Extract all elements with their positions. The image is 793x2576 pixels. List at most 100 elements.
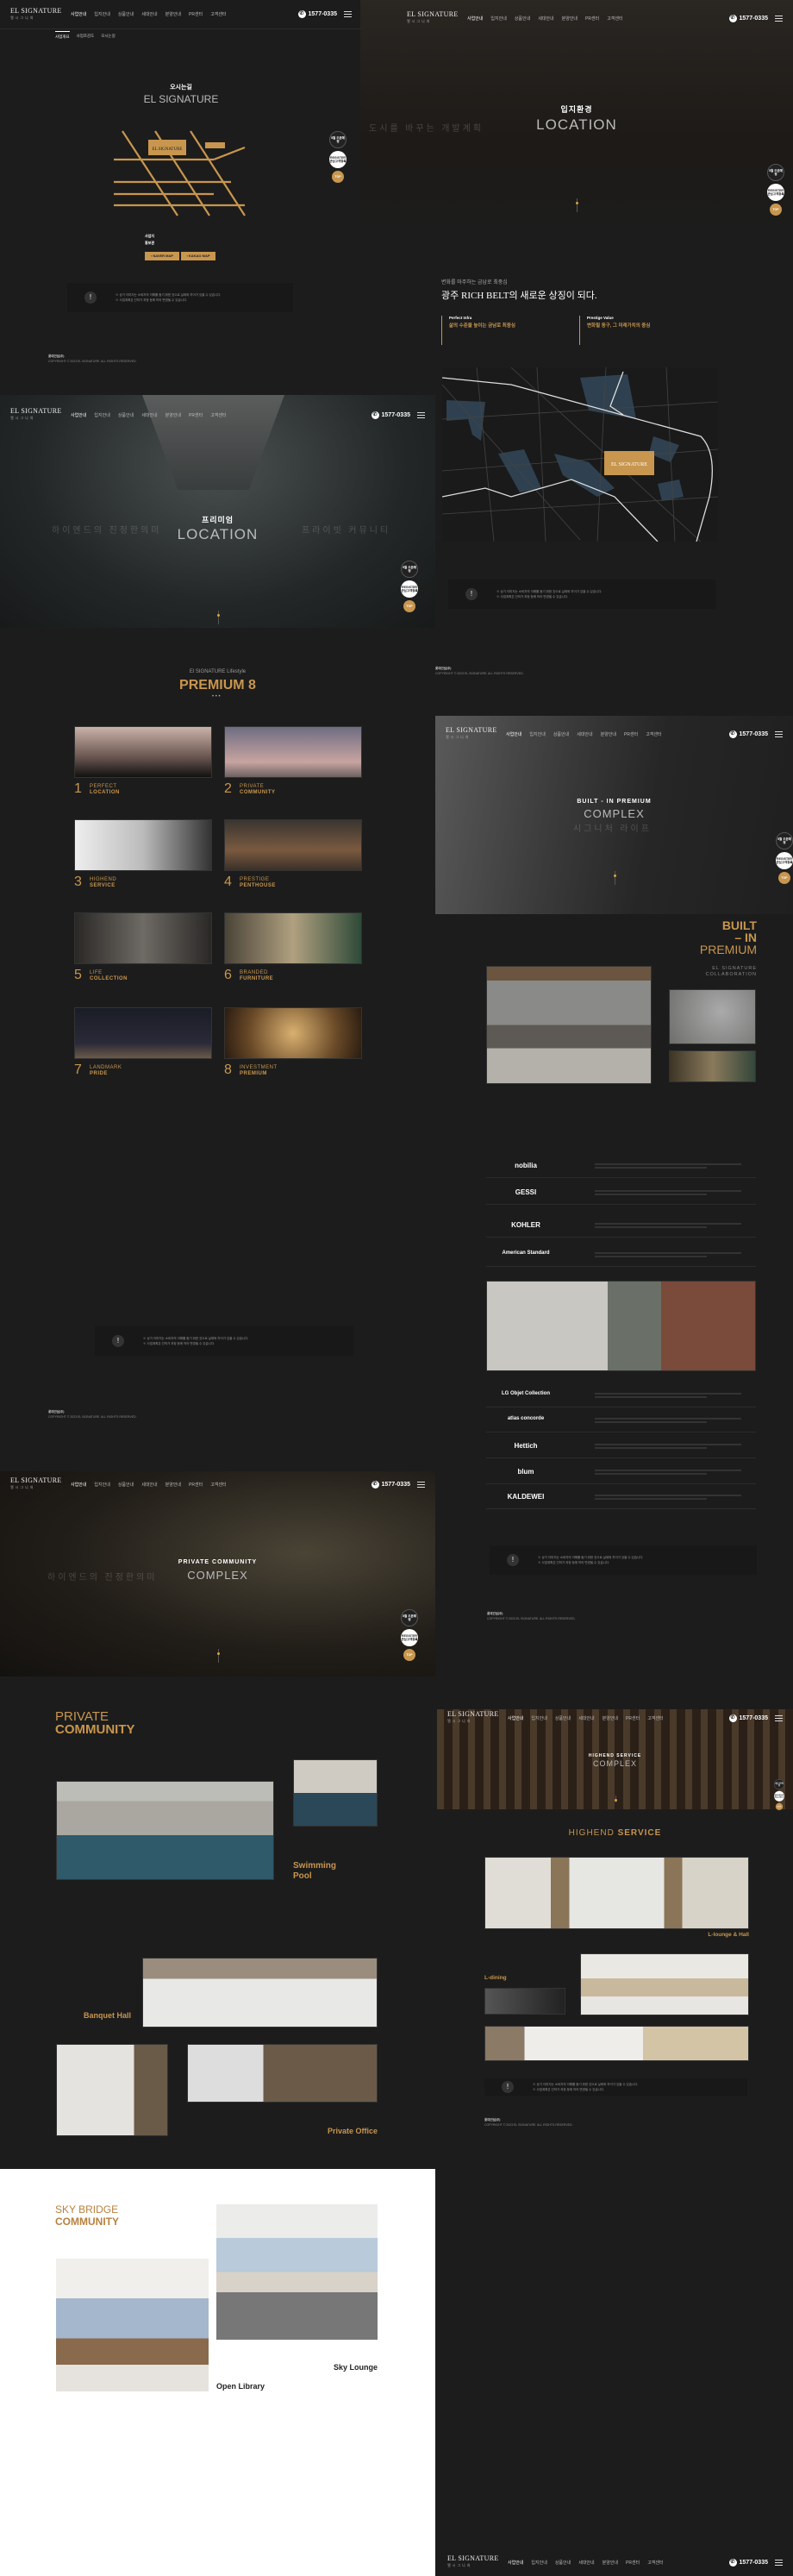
logo[interactable]: EL SIGNATURE 엘시그니처 <box>447 2555 499 2569</box>
nav-item[interactable]: 사업안내 <box>71 11 86 17</box>
open-schedule-button[interactable]: 5월 오픈예정 <box>401 1609 418 1626</box>
top-button[interactable]: TOP <box>332 171 344 183</box>
logo[interactable]: EL SIGNATURE 엘시그니처 <box>407 11 459 25</box>
nav-item[interactable]: 분양안내 <box>165 412 181 418</box>
nav-item[interactable]: 상품안내 <box>515 16 530 22</box>
nav-item[interactable]: 고객센터 <box>647 2560 663 2566</box>
nav-item[interactable]: 사업안내 <box>71 412 86 418</box>
hero-title-en: LOCATION <box>536 116 617 133</box>
nav-item[interactable]: PR센터 <box>626 1715 640 1721</box>
nav-item[interactable]: 입지안내 <box>529 731 545 737</box>
phone-link[interactable]: ✆ 1577-0335 <box>297 10 337 18</box>
nav-item[interactable]: 분양안내 <box>165 11 181 17</box>
hamburger-menu-icon[interactable] <box>775 15 783 22</box>
kakao-map-button[interactable]: › KAKAO MAP <box>181 252 215 260</box>
open-schedule-button[interactable]: 5월 오픈예정 <box>329 131 347 148</box>
nav-item[interactable]: 입지안내 <box>490 16 506 22</box>
top-button[interactable]: TOP <box>778 872 790 884</box>
nav-item[interactable]: 상품안내 <box>553 731 569 737</box>
logo[interactable]: EL SIGNATURE 엘시그니처 <box>10 1477 62 1491</box>
open-schedule-button[interactable]: 5월 오픈예정 <box>767 164 784 181</box>
nav-item[interactable]: 세대안내 <box>141 412 157 418</box>
nav-item[interactable]: 입지안내 <box>94 11 109 17</box>
phone-link[interactable]: ✆ 1577-0335 <box>728 730 768 738</box>
top-button[interactable]: TOP <box>403 600 415 612</box>
nav-item[interactable]: 분양안내 <box>562 16 578 22</box>
subnav-item[interactable]: 사업조감도 <box>77 31 95 40</box>
nav-item[interactable]: 고객센터 <box>210 412 226 418</box>
logo[interactable]: EL SIGNATURE 엘시그니처 <box>10 408 62 422</box>
nav-item[interactable]: 사업안내 <box>508 1715 523 1721</box>
open-schedule-button[interactable]: 5월 오픈예정 <box>401 561 418 578</box>
hamburger-menu-icon[interactable] <box>775 1714 783 1721</box>
divider <box>486 1177 756 1178</box>
nav-item[interactable]: 분양안내 <box>165 1482 181 1488</box>
nav-item[interactable]: 세대안내 <box>141 1482 157 1488</box>
logo-text: EL SIGNATURE <box>447 1710 499 1718</box>
nav-item[interactable]: 고객센터 <box>646 731 661 737</box>
nav-item[interactable]: 상품안내 <box>118 1482 134 1488</box>
phone-link[interactable]: ✆ 1577-0335 <box>371 411 410 419</box>
logo[interactable]: EL SIGNATURE 엘시그니처 <box>447 1711 499 1725</box>
logo[interactable]: EL SIGNATURE 엘시그니처 <box>446 727 497 741</box>
register-button[interactable]: REGISTER 관심고객등록 <box>401 580 418 598</box>
nav-item[interactable]: 세대안내 <box>578 1715 594 1721</box>
nav-item[interactable]: 세대안내 <box>538 16 553 22</box>
nav-item[interactable]: 상품안내 <box>555 1715 571 1721</box>
nav-item[interactable]: 고객센터 <box>647 1715 663 1721</box>
nav-item[interactable]: 세대안내 <box>141 11 157 17</box>
nav-item[interactable]: 입지안내 <box>531 2560 546 2566</box>
open-schedule-button[interactable]: 5월 오픈예정 <box>774 1779 784 1789</box>
nav-item[interactable]: 세대안내 <box>578 2560 594 2566</box>
nav-item[interactable]: 입지안내 <box>531 1715 546 1721</box>
phone-link[interactable]: ✆ 1577-0335 <box>371 1480 410 1489</box>
nav-item[interactable]: 세대안내 <box>577 731 592 737</box>
register-button[interactable]: REGISTER 관심고객등록 <box>774 1790 784 1802</box>
register-button[interactable]: REGISTER 관심고객등록 <box>776 852 793 869</box>
nav-item[interactable]: 상품안내 <box>118 412 134 418</box>
nav-item[interactable]: 입지안내 <box>94 1482 109 1488</box>
nav-item[interactable]: 상품안내 <box>118 11 134 17</box>
nav-item[interactable]: PR센터 <box>624 731 638 737</box>
nav-item[interactable]: 상품안내 <box>555 2560 571 2566</box>
open-schedule-button[interactable]: 5월 오픈예정 <box>776 832 793 849</box>
nav-item[interactable]: PR센터 <box>189 412 203 418</box>
hero-title-kr: PRIVATE COMMUNITY <box>178 1559 258 1565</box>
register-button[interactable]: REGISTER 관심고객등록 <box>767 184 784 201</box>
hamburger-menu-icon[interactable] <box>775 2559 783 2566</box>
brand-description <box>595 1493 750 1500</box>
top-button[interactable]: TOP <box>403 1649 415 1661</box>
hamburger-menu-icon[interactable] <box>417 411 425 418</box>
nav-item[interactable]: 사업안내 <box>467 16 483 22</box>
nav-item[interactable]: 사업안내 <box>508 2560 523 2566</box>
nav-item[interactable]: 사업안내 <box>71 1482 86 1488</box>
nav-item[interactable]: 분양안내 <box>603 1715 618 1721</box>
nav-item[interactable]: PR센터 <box>189 11 203 17</box>
nav-item[interactable]: 고객센터 <box>607 16 622 22</box>
hamburger-menu-icon[interactable] <box>417 1481 425 1488</box>
col-en: Prestige Value <box>587 316 614 320</box>
logo[interactable]: EL SIGNATURE 엘시그니처 <box>10 7 62 22</box>
directions-title-en: EL SIGNATURE <box>143 93 219 105</box>
register-button[interactable]: REGISTER 관심고객등록 <box>329 151 347 168</box>
hamburger-menu-icon[interactable] <box>344 11 352 17</box>
nav-item[interactable]: 고객센터 <box>210 11 226 17</box>
naver-map-button[interactable]: › NAVER MAP <box>145 252 179 260</box>
nav-item[interactable]: 분양안내 <box>603 2560 618 2566</box>
subnav-item[interactable]: 오시는길 <box>101 31 116 40</box>
phone-link[interactable]: ✆ 1577-0335 <box>728 14 768 22</box>
hamburger-menu-icon[interactable] <box>775 730 783 737</box>
nav-item[interactable]: PR센터 <box>189 1482 203 1488</box>
nav-item[interactable]: 고객센터 <box>210 1482 226 1488</box>
nav-item[interactable]: 분양안내 <box>601 731 616 737</box>
phone-link[interactable]: ✆ 1577-0335 <box>728 2558 768 2567</box>
subnav-item[interactable]: 사업개요 <box>55 31 70 40</box>
nav-item[interactable]: PR센터 <box>585 16 599 22</box>
top-button[interactable]: TOP <box>770 204 782 216</box>
nav-item[interactable]: 입지안내 <box>94 412 109 418</box>
nav-item[interactable]: PR센터 <box>626 2560 640 2566</box>
phone-link[interactable]: ✆ 1577-0335 <box>728 1714 768 1722</box>
nav-item[interactable]: 사업안내 <box>506 731 521 737</box>
top-button[interactable]: TOP <box>775 1802 784 1810</box>
register-button[interactable]: REGISTER 관심고객등록 <box>401 1629 418 1646</box>
